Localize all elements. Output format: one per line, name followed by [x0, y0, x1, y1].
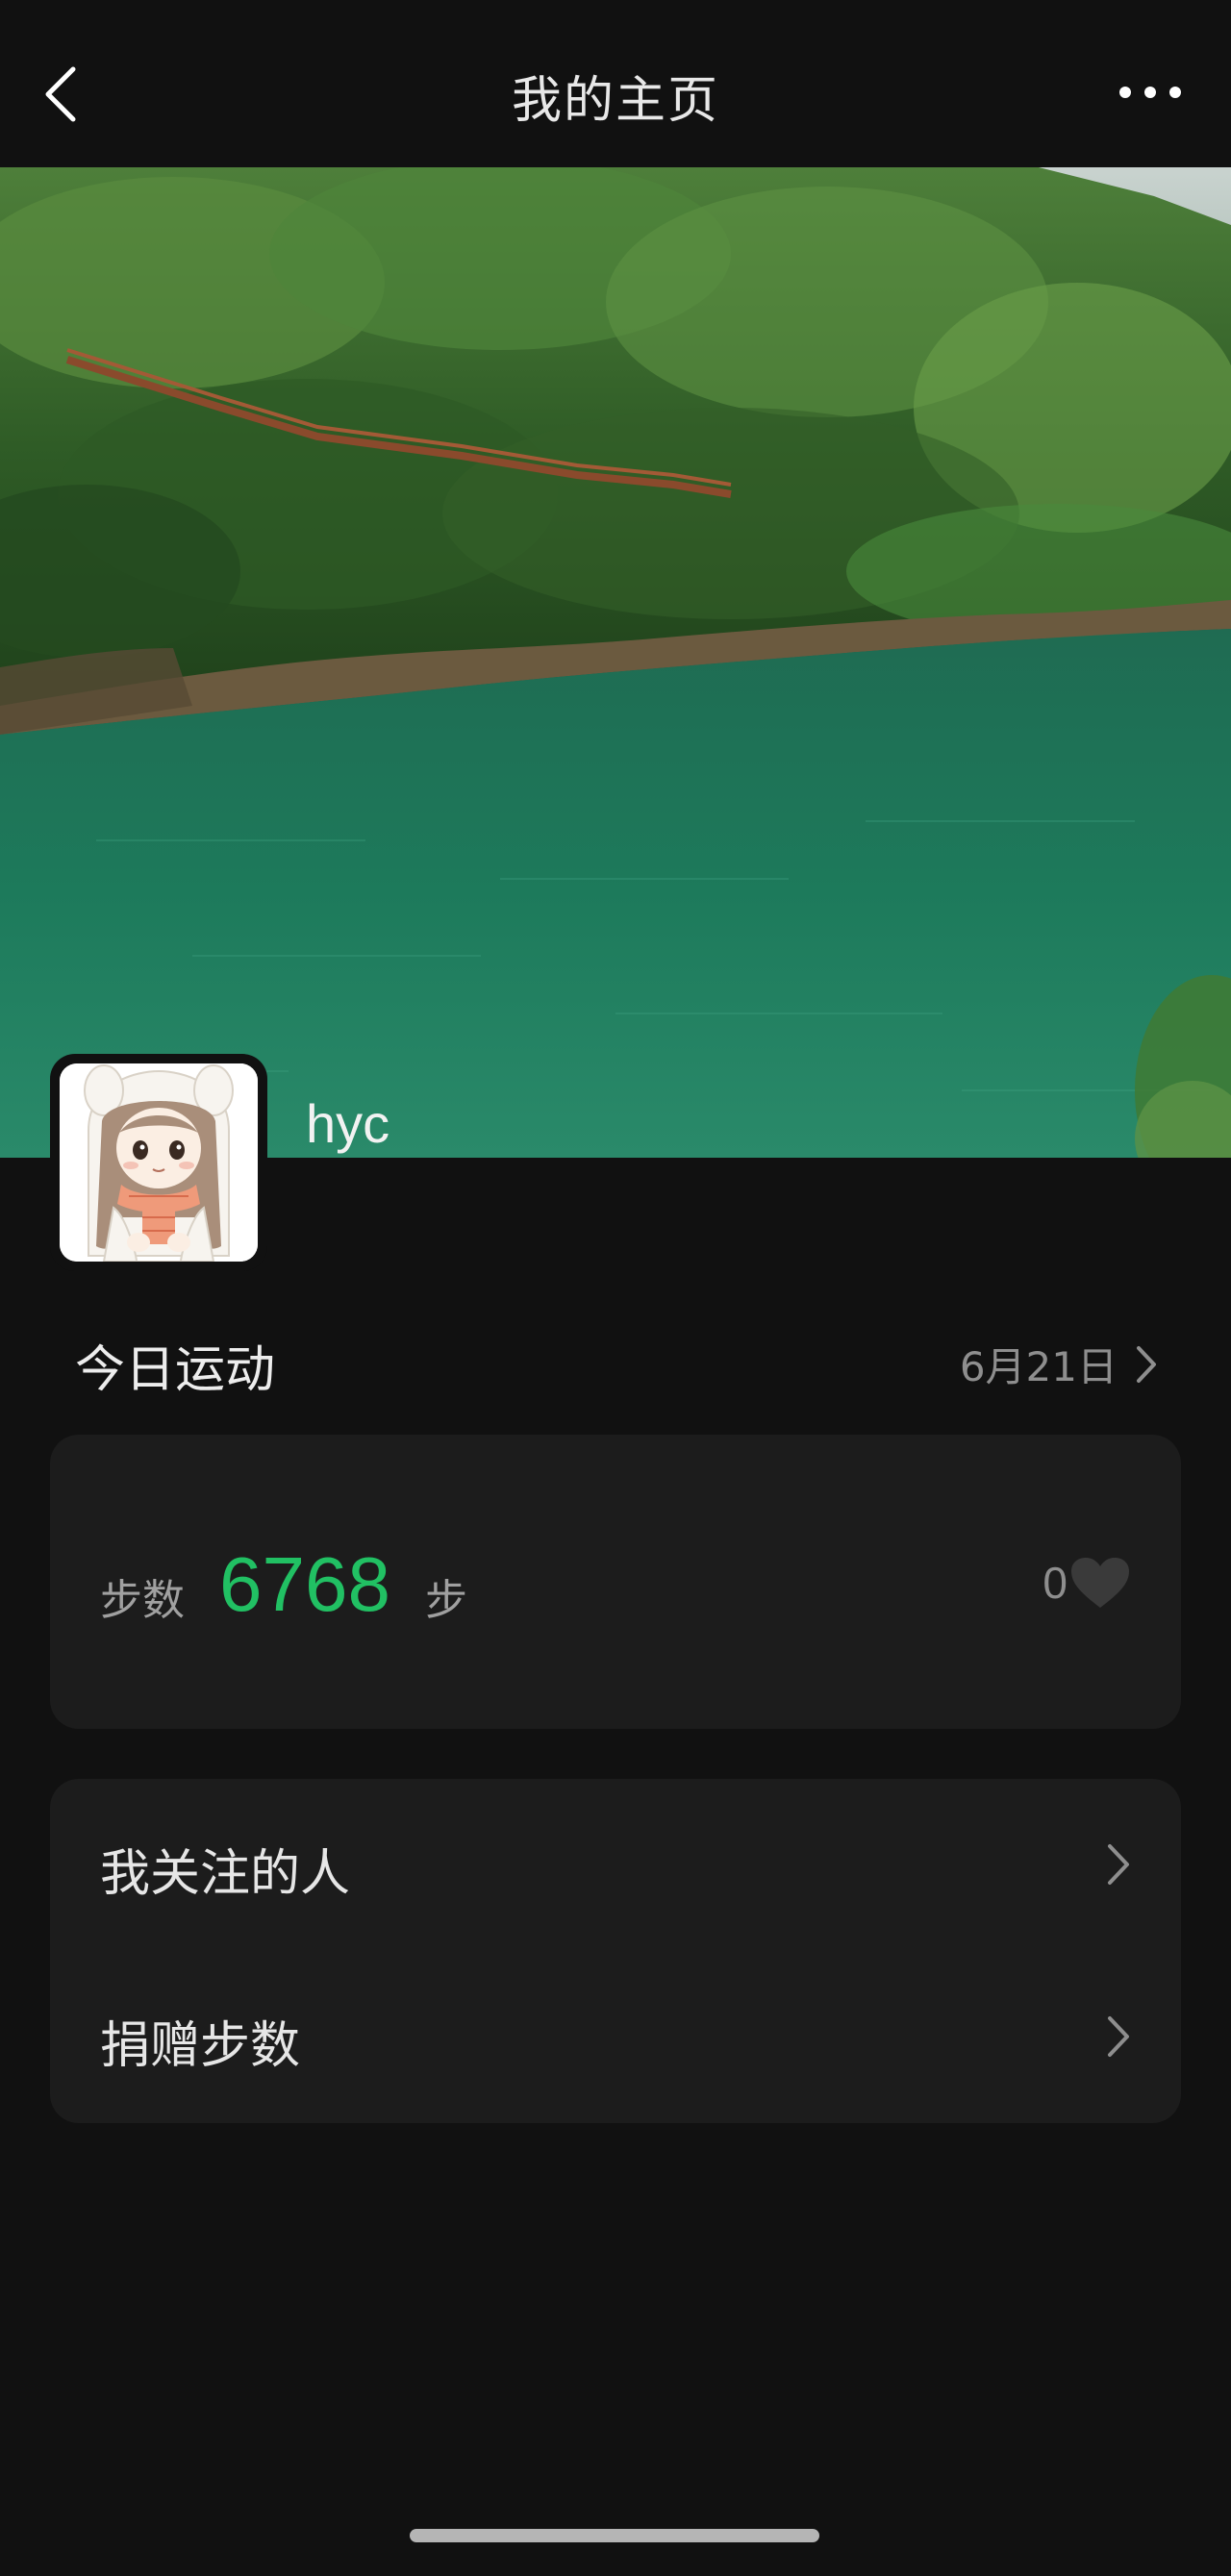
section-title-today-activity: 今日运动: [75, 1341, 276, 1399]
menu-item-donate-steps[interactable]: 捐赠步数: [50, 1951, 1181, 2123]
menu-item-label: 捐赠步数: [100, 2017, 301, 2075]
home-indicator[interactable]: [410, 2529, 819, 2542]
top-navigation-bar: 我的主页: [0, 0, 1231, 167]
date-label: 6月21日: [959, 1343, 1118, 1390]
more-dots-icon: [1119, 87, 1181, 98]
landscape-illustration: [0, 167, 1231, 1158]
menu-card: 我关注的人 捐赠步数: [50, 1779, 1181, 2123]
more-options-button[interactable]: [1116, 73, 1185, 112]
avatar[interactable]: [50, 1054, 267, 1271]
chevron-right-icon: [1108, 2016, 1129, 2057]
likes-count: 0: [1043, 1558, 1068, 1608]
steps-value: 6768: [219, 1541, 390, 1627]
avatar-image: [60, 1063, 258, 1262]
menu-item-following[interactable]: 我关注的人: [50, 1779, 1181, 1951]
menu-item-label: 我关注的人: [100, 1845, 351, 1903]
page-title: 我的主页: [511, 72, 719, 130]
like-button[interactable]: 0: [1043, 1556, 1131, 1610]
cartoon-girl-avatar-icon: [60, 1063, 258, 1262]
chevron-right-icon: [1137, 1345, 1156, 1383]
heart-icon: [1071, 1558, 1129, 1608]
cover-image[interactable]: [0, 167, 1231, 1158]
steps-card: 步数 6768 步 0: [50, 1435, 1181, 1729]
username: hyc: [306, 1093, 390, 1154]
chevron-right-icon: [1108, 1844, 1129, 1885]
date-selector[interactable]: 6月21日: [960, 1335, 1158, 1393]
steps-unit: 步: [425, 1576, 467, 1625]
steps-label: 步数: [100, 1576, 185, 1625]
